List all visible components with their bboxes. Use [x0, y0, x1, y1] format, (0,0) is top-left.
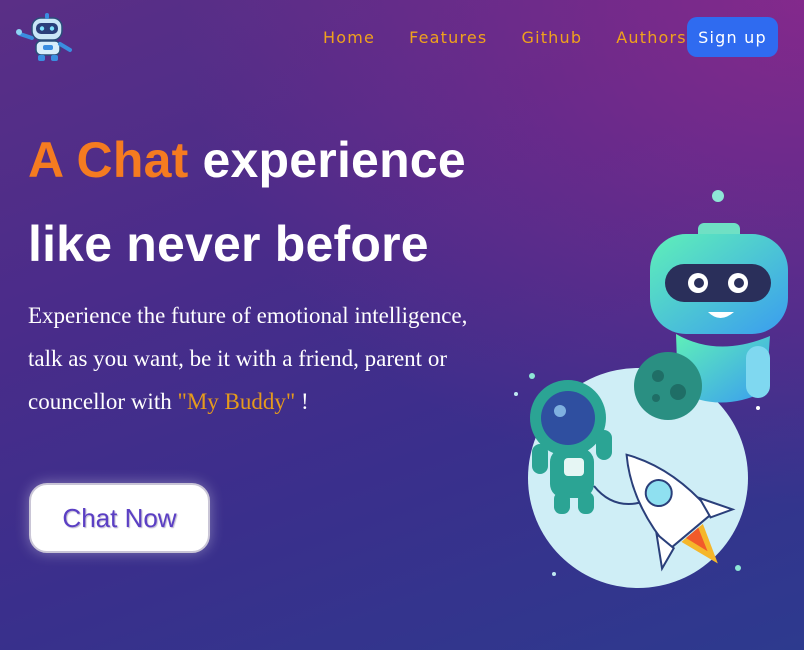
headline-rest: experience	[188, 132, 466, 188]
signup-button[interactable]: Sign up	[687, 17, 778, 57]
nav-link-authors[interactable]: Authors	[616, 27, 687, 49]
nav-link-features[interactable]: Features	[409, 27, 487, 49]
nav-link-github[interactable]: Github	[521, 27, 582, 49]
subtitle-end: !	[295, 389, 309, 414]
chat-now-button[interactable]: Chat Now	[29, 483, 210, 553]
nav-links: Home Features Github Authors	[323, 27, 721, 49]
headline-line2: like never before	[28, 216, 429, 272]
robot-logo-icon[interactable]	[14, 12, 76, 62]
hero-headline: A Chat experience like never before	[28, 118, 498, 286]
navbar: Home Features Github Authors Sign up	[0, 0, 804, 76]
headline-accent: A Chat	[28, 132, 189, 188]
nav-link-home[interactable]: Home	[323, 27, 375, 49]
robot-astronaut-rocket-illustration	[514, 190, 788, 588]
subtitle-quote: "My Buddy"	[177, 389, 296, 414]
hero-subtitle: Experience the future of emotional intel…	[28, 294, 468, 423]
hero-section: A Chat experience like never before Expe…	[28, 118, 498, 423]
